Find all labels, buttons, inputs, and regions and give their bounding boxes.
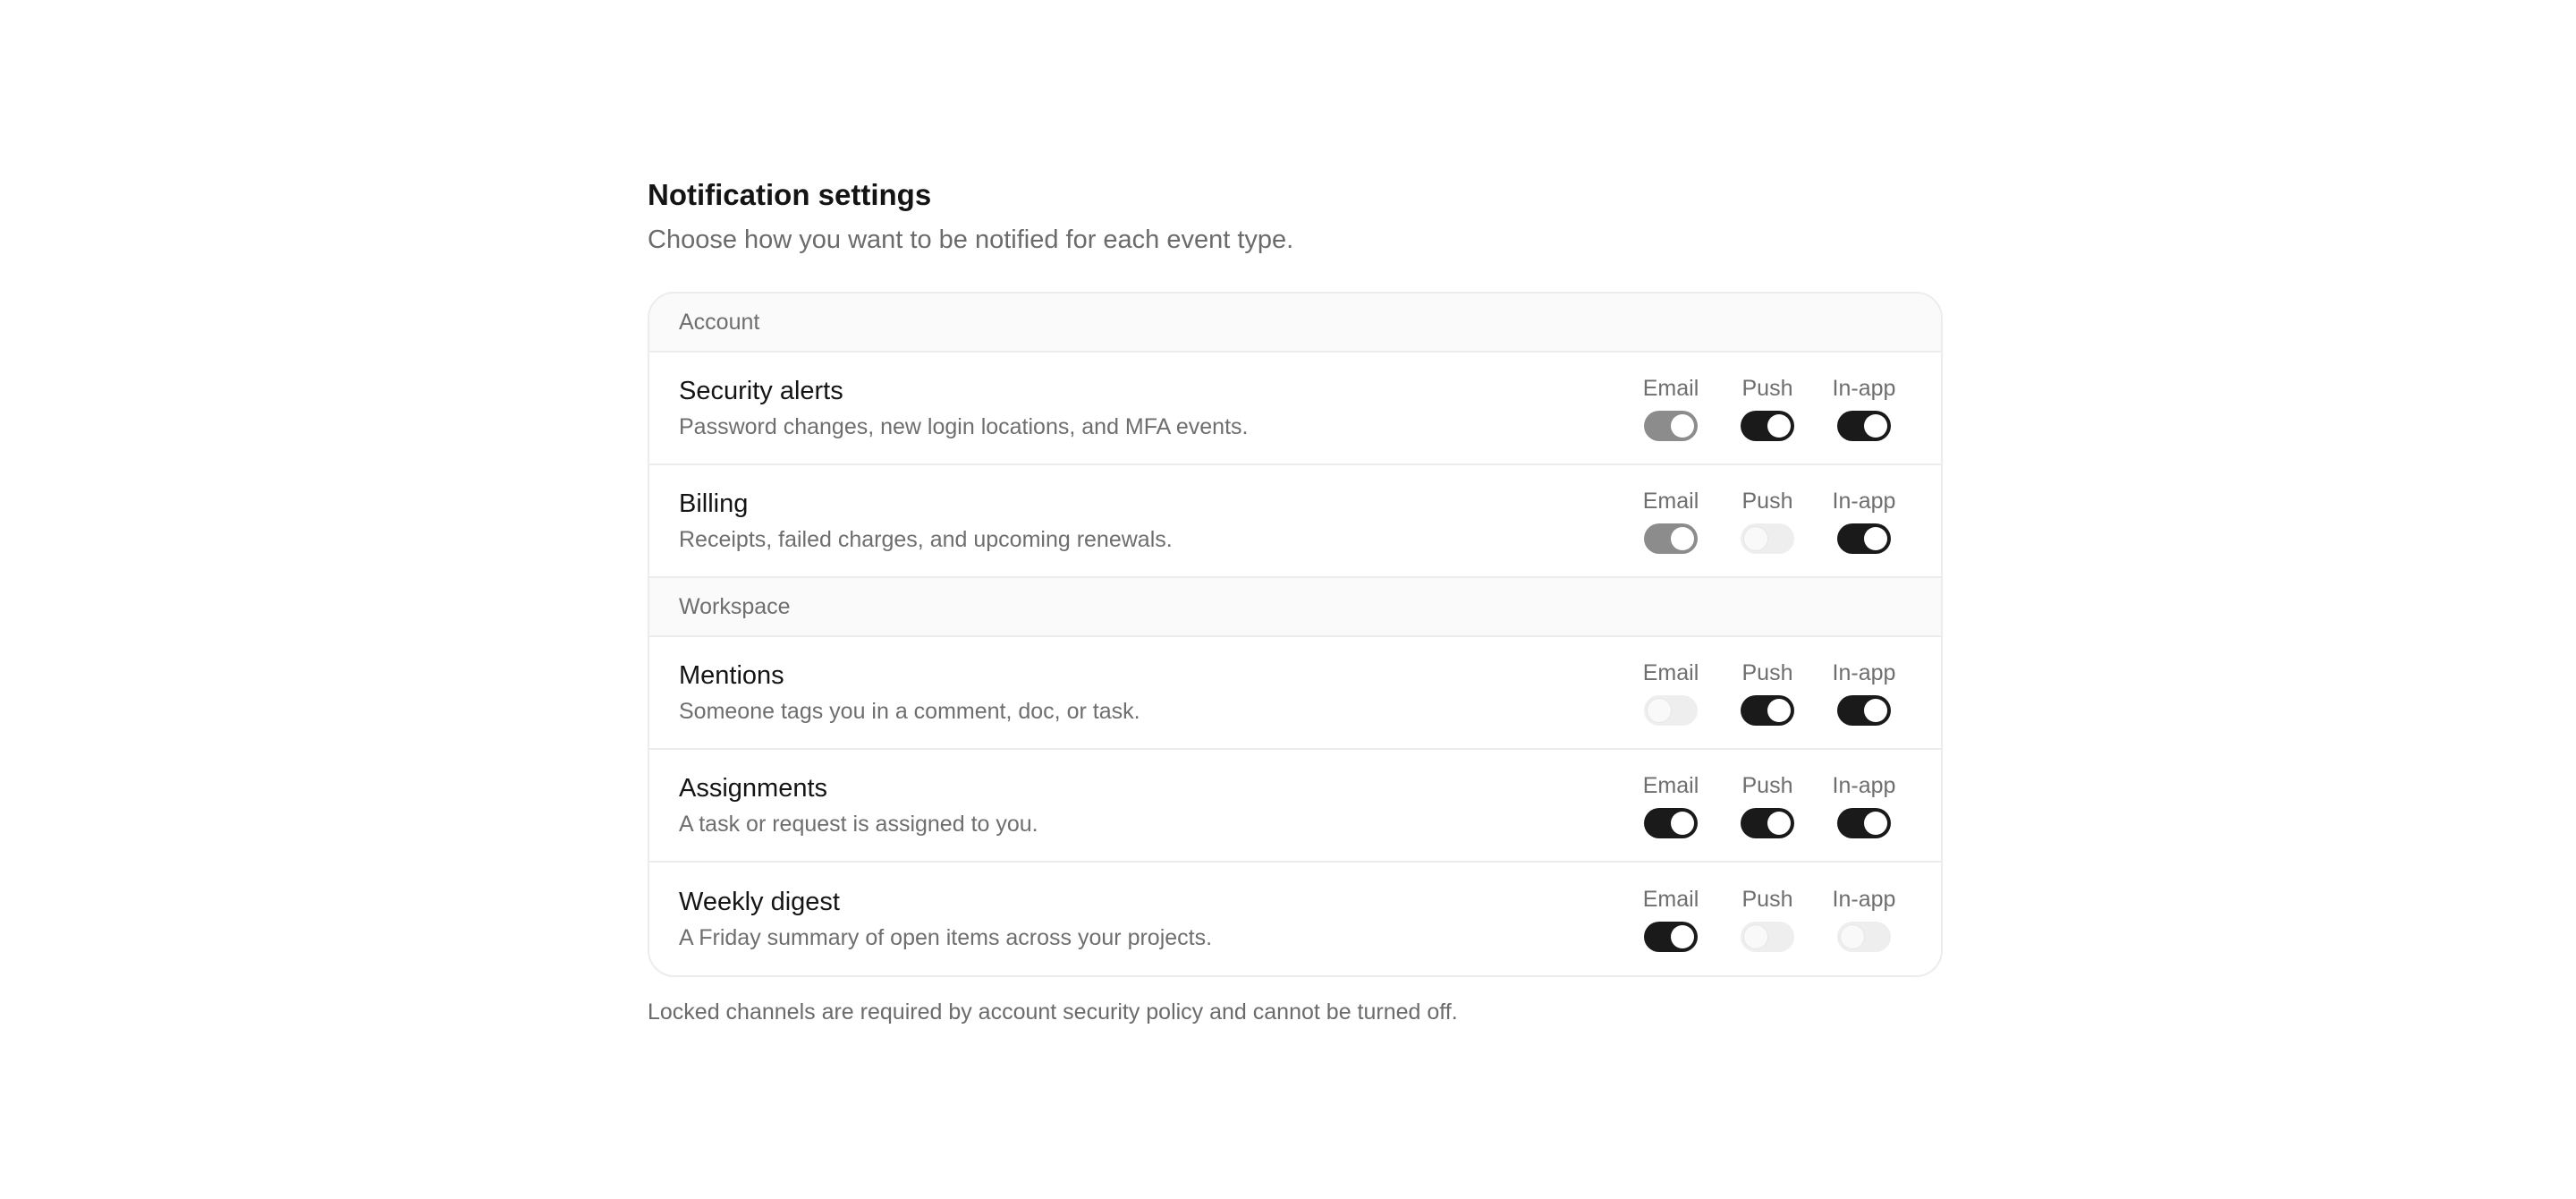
setting-row-mentions: Mentions Someone tags you in a comment, … [649,637,1941,750]
setting-row-assignments: Assignments A task or request is assigne… [649,750,1941,863]
setting-description: Someone tags you in a comment, doc, or t… [679,699,1140,724]
page-title: Notification settings [648,178,932,211]
toggle-knob [1744,925,1767,948]
weekly-digest-email-toggle[interactable] [1644,922,1698,952]
channel-label-in-app: In-app [1832,887,1896,912]
page-subtitle: Choose how you want to be notified for e… [648,225,1294,254]
toggle-knob [1671,414,1694,438]
setting-description: Password changes, new login locations, a… [679,414,1249,439]
weekly-digest-push-toggle[interactable] [1741,922,1794,952]
setting-row-security-alerts: Security alerts Password changes, new lo… [649,353,1941,465]
channel-label-push: Push [1741,773,1793,798]
setting-row-billing: Billing Receipts, failed charges, and up… [649,465,1941,578]
channel-label-push: Push [1741,489,1793,514]
toggle-knob [1767,414,1791,438]
settings-card: Account Security alerts Password changes… [648,292,1943,977]
channel-label-in-app: In-app [1832,660,1896,685]
channel-toggles: Email Push In-app [1623,659,1912,726]
billing-email-toggle[interactable] [1644,523,1698,554]
security-alerts-in-app-toggle[interactable] [1837,411,1891,441]
toggle-knob [1864,699,1887,722]
channel-label-email: Email [1642,887,1699,912]
channel-label-email: Email [1642,376,1699,401]
group-header-workspace: Workspace [649,578,1941,637]
billing-in-app-toggle[interactable] [1837,523,1891,554]
setting-title: Billing [679,489,749,518]
mentions-email-toggle[interactable] [1644,695,1698,726]
setting-title: Security alerts [679,377,843,405]
channel-label-in-app: In-app [1832,376,1896,401]
channel-toggles: Email Push In-app [1623,375,1912,441]
mentions-push-toggle[interactable] [1741,695,1794,726]
channel-toggles: Email Push In-app [1623,488,1912,554]
footnote: Locked channels are required by account … [648,999,1458,1025]
channel-toggles: Email Push In-app [1623,772,1912,838]
toggle-knob [1671,812,1694,835]
group-header-account: Account [649,293,1941,353]
toggle-knob [1648,699,1671,722]
setting-title: Assignments [679,774,828,803]
setting-title: Weekly digest [679,888,840,916]
channel-label-push: Push [1741,376,1793,401]
channel-label-push: Push [1741,887,1793,912]
weekly-digest-in-app-toggle[interactable] [1837,922,1891,952]
channel-label-push: Push [1741,660,1793,685]
toggle-knob [1864,527,1887,550]
assignments-in-app-toggle[interactable] [1837,808,1891,838]
toggle-knob [1671,925,1694,948]
assignments-push-toggle[interactable] [1741,808,1794,838]
mentions-in-app-toggle[interactable] [1837,695,1891,726]
setting-title: Mentions [679,661,784,690]
channel-label-in-app: In-app [1832,773,1896,798]
channel-label-in-app: In-app [1832,489,1896,514]
toggle-knob [1744,527,1767,550]
setting-row-weekly-digest: Weekly digest A Friday summary of open i… [649,863,1941,975]
toggle-knob [1767,699,1791,722]
toggle-knob [1671,527,1694,550]
billing-push-toggle[interactable] [1741,523,1794,554]
setting-description: A Friday summary of open items across yo… [679,925,1213,950]
channel-label-email: Email [1642,773,1699,798]
channel-label-email: Email [1642,489,1699,514]
channel-label-email: Email [1642,660,1699,685]
notification-settings-page: Notification settings Choose how you wan… [648,175,1943,1027]
assignments-email-toggle[interactable] [1644,808,1698,838]
security-alerts-push-toggle[interactable] [1741,411,1794,441]
toggle-knob [1864,414,1887,438]
setting-description: A task or request is assigned to you. [679,812,1038,837]
channel-toggles: Email Push In-app [1623,886,1912,952]
setting-description: Receipts, failed charges, and upcoming r… [679,527,1173,552]
toggle-knob [1864,812,1887,835]
toggle-knob [1841,925,1864,948]
toggle-knob [1767,812,1791,835]
security-alerts-email-toggle[interactable] [1644,411,1698,441]
